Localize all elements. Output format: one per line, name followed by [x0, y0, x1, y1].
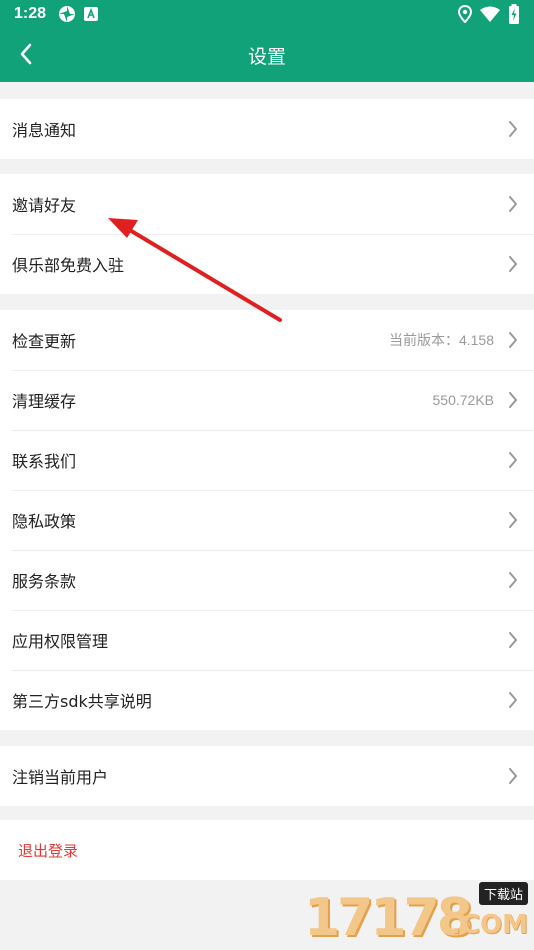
status-left-icons — [58, 5, 99, 23]
chevron-right-icon — [509, 572, 517, 588]
logout-section: 退出登录 — [0, 820, 534, 880]
settings-group-account: 注销当前用户 — [0, 746, 534, 806]
settings-item-label: 应用权限管理 — [12, 632, 109, 651]
chevron-right-icon — [509, 332, 517, 348]
page-title: 设置 — [247, 45, 286, 68]
status-bar: 1:28 — [0, 0, 534, 28]
cache-size-value: 550.72KB — [432, 392, 495, 408]
pinwheel-icon — [59, 6, 76, 22]
settings-item-label: 第三方sdk共享说明 — [12, 692, 152, 711]
chevron-right-icon — [509, 768, 517, 784]
settings-item-app-permissions[interactable]: 应用权限管理 — [0, 610, 534, 670]
chevron-right-icon — [509, 121, 517, 137]
settings-item-contact-us[interactable]: 联系我们 — [0, 430, 534, 490]
settings-item-privacy-policy[interactable]: 隐私政策 — [0, 490, 534, 550]
settings-item-invite-friends[interactable]: 邀请好友 — [0, 174, 534, 234]
settings-item-label: 隐私政策 — [12, 512, 77, 531]
battery-charging-icon — [509, 4, 519, 24]
chevron-right-icon — [509, 452, 517, 468]
settings-item-label: 邀请好友 — [12, 196, 77, 215]
settings-item-third-party-sdk[interactable]: 第三方sdk共享说明 — [0, 670, 534, 730]
chevron-right-icon — [509, 196, 517, 212]
nav-bar: 设置 — [0, 28, 534, 82]
settings-group-social: 邀请好友 俱乐部免费入驻 — [0, 174, 534, 294]
top-bar: 1:28 设置 — [0, 0, 534, 82]
chevron-right-icon — [509, 692, 517, 708]
watermark-number: 17178 — [304, 888, 473, 948]
version-value: 当前版本：4.158 — [388, 332, 494, 348]
settings-item-label: 注销当前用户 — [12, 768, 109, 787]
settings-item-label: 联系我们 — [12, 452, 77, 471]
watermark-domain: .COM — [451, 910, 528, 940]
settings-item-label: 服务条款 — [12, 572, 77, 591]
back-button[interactable] — [6, 34, 46, 74]
status-right-icons — [458, 4, 520, 24]
settings-item-club-free-join[interactable]: 俱乐部免费入驻 — [0, 234, 534, 294]
settings-group-general: 检查更新 当前版本：4.158 清理缓存 550.72KB 联系我们 隐私政策 … — [0, 310, 534, 730]
chevron-right-icon — [509, 256, 517, 272]
settings-item-clear-cache[interactable]: 清理缓存 550.72KB — [0, 370, 534, 430]
chevron-right-icon — [509, 632, 517, 648]
settings-item-label: 消息通知 — [12, 121, 77, 140]
settings-item-label: 清理缓存 — [12, 392, 77, 411]
status-time: 1:28 — [14, 5, 47, 22]
settings-item-deactivate-user[interactable]: 注销当前用户 — [0, 746, 534, 806]
watermark-logo: 17178 下载站 .COM — [304, 880, 534, 950]
logout-button[interactable]: 退出登录 — [18, 820, 78, 880]
chevron-right-icon — [509, 392, 517, 408]
settings-group-notifications: 消息通知 — [0, 99, 534, 159]
settings-item-label: 检查更新 — [12, 332, 77, 351]
app-notification-icon — [84, 7, 99, 21]
watermark-site: 下载站 — [478, 882, 528, 905]
chevron-left-icon — [20, 43, 32, 65]
settings-item-label: 俱乐部免费入驻 — [12, 256, 125, 275]
chevron-right-icon — [509, 512, 517, 528]
settings-item-terms-of-service[interactable]: 服务条款 — [0, 550, 534, 610]
settings-item-check-update[interactable]: 检查更新 当前版本：4.158 — [0, 310, 534, 370]
settings-item-message-notifications[interactable]: 消息通知 — [0, 99, 534, 159]
location-icon — [458, 5, 472, 23]
wifi-icon — [480, 6, 500, 22]
